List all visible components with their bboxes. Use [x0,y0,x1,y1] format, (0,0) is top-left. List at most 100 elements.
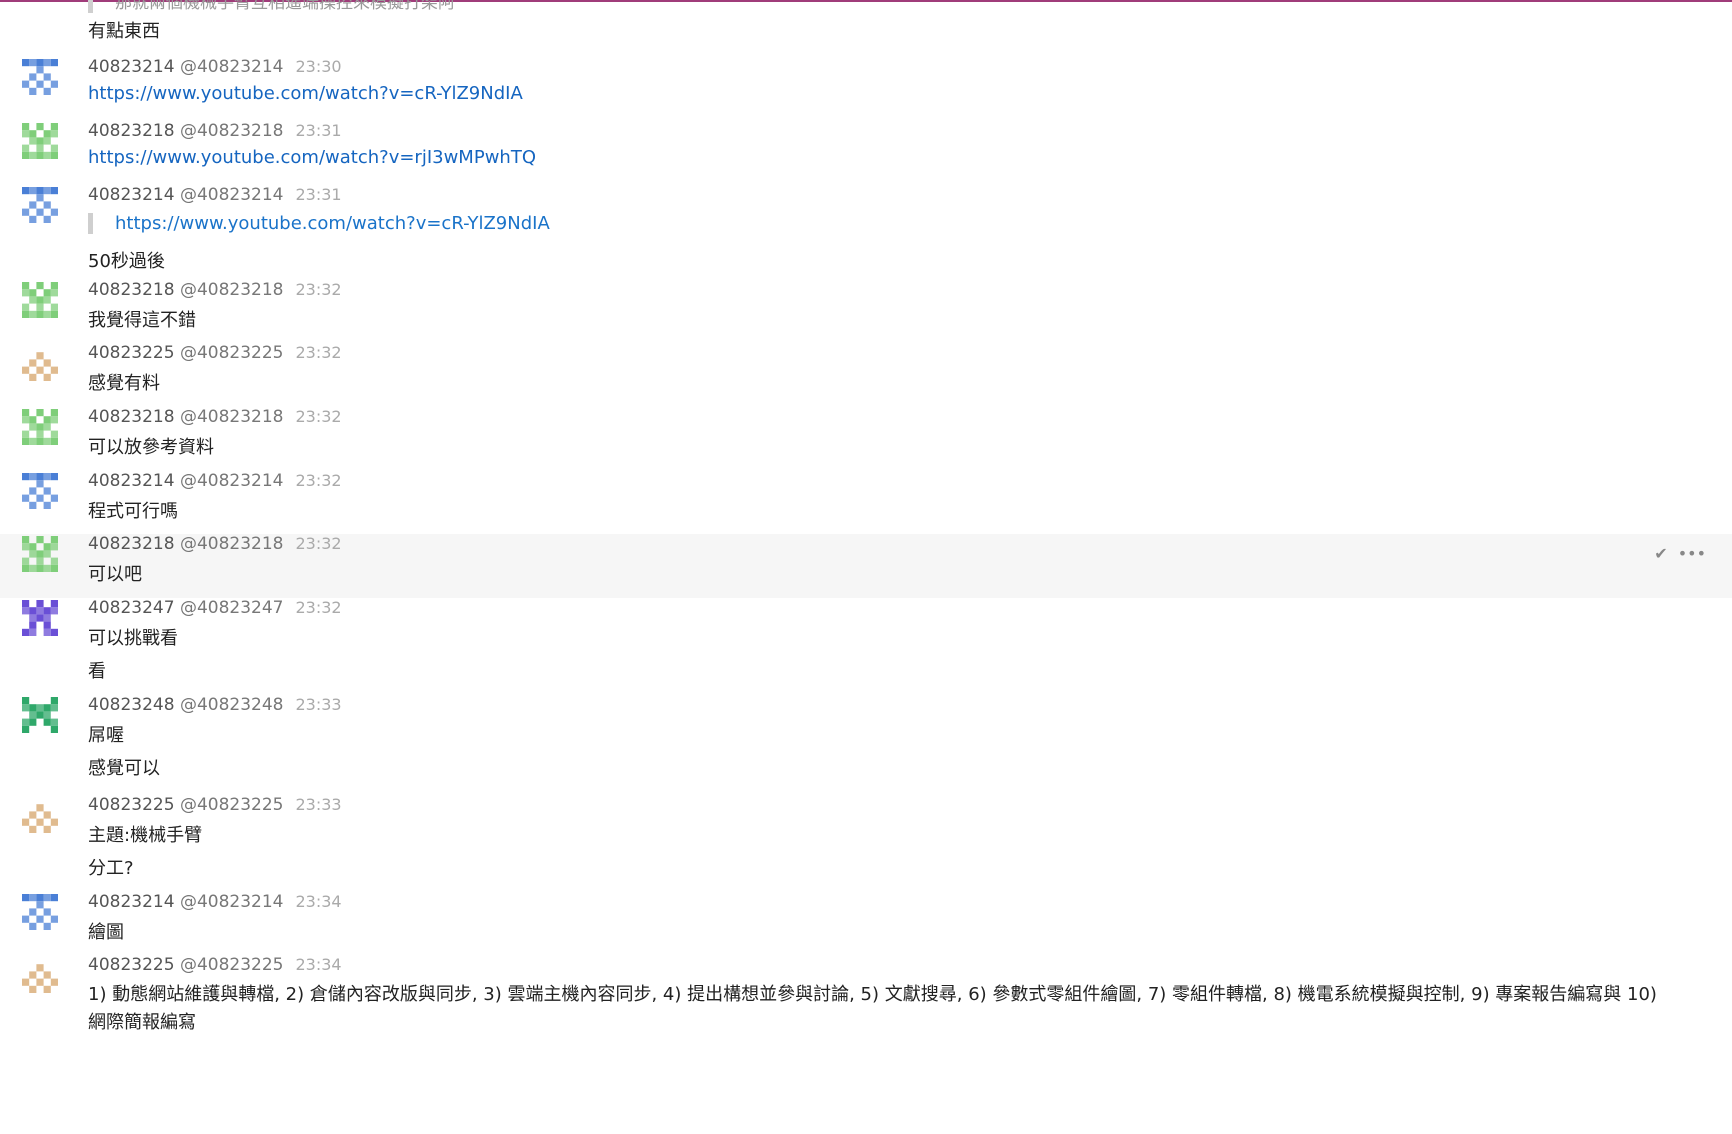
user-name[interactable]: 40823218 [88,407,175,427]
timestamp: 23:31 [295,185,342,204]
timestamp: 23:34 [295,892,342,911]
message-header: 40823218 @40823218 23:32 [88,280,342,304]
check-icon[interactable]: ✔ [1654,544,1667,563]
message-text: https://www.youtube.com/watch?v=rjI3wMPw… [88,147,536,168]
user-name[interactable]: 40823218 [88,534,175,554]
message-link[interactable]: https://www.youtube.com/watch?v=cR-YlZ9N… [88,83,523,104]
timestamp: 23:33 [295,695,342,714]
timestamp: 23:31 [295,121,342,140]
message-text: 繪圖 [88,922,124,943]
message-text: 可以吧 [88,564,142,585]
message-row[interactable]: 40823218 @40823218 23:32 可以吧 ✔ ••• [0,534,1732,598]
user-name[interactable]: 40823225 [88,343,175,363]
user-handle[interactable]: @40823248 [180,695,284,715]
avatar[interactable] [22,894,58,930]
avatar[interactable] [22,409,58,445]
message-link[interactable]: https://www.youtube.com/watch?v=rjI3wMPw… [88,147,536,168]
message-text: 1) 動態網站維護與轉檔, 2) 倉儲內容改版與同步, 3) 雲端主機內容同步,… [88,984,1657,1033]
timestamp: 23:32 [295,343,342,362]
message-text: 主題:機械手臂 [88,825,203,846]
message-row[interactable]: 40823225 @40823225 23:34 1) 動態網站維護與轉檔, 2) … [0,955,1732,1134]
avatar[interactable] [22,797,58,833]
message-text: https://www.youtube.com/watch?v=cR-YlZ9N… [88,83,523,104]
user-name[interactable]: 40823214 [88,892,175,912]
user-name[interactable]: 40823214 [88,471,175,491]
message-text: 我覺得這不錯 [88,310,196,331]
user-name[interactable]: 40823225 [88,955,175,975]
user-handle[interactable]: @40823218 [180,534,284,554]
user-name[interactable]: 40823214 [88,57,175,77]
message-row[interactable]: 40823214 @40823214 23:32 程式可行嗎 [0,471,1732,534]
user-name[interactable]: 40823218 [88,121,175,141]
timestamp: 23:33 [295,795,342,814]
message-text: 程式可行嗎 [88,501,178,522]
timestamp: 23:30 [295,57,342,76]
message-text: 感覺可以 [88,758,160,779]
message-header: 40823218 @40823218 23:32 [88,534,342,558]
user-handle[interactable]: @40823247 [180,598,284,618]
timestamp: 23:32 [295,598,342,617]
user-name[interactable]: 40823225 [88,795,175,815]
user-handle[interactable]: @40823214 [180,892,284,912]
message-text: 可以挑戰看 [88,628,178,649]
message-header: 40823225 @40823225 23:34 [88,955,342,979]
avatar[interactable] [22,345,58,381]
message-row[interactable]: 40823248 @40823248 23:33 屌喔感覺可以 [0,695,1732,795]
message-row[interactable]: 40823214 @40823214 23:30 https://www.youtu… [0,57,1732,125]
message-header: 40823248 @40823248 23:33 [88,695,342,719]
user-handle[interactable]: @40823225 [180,795,284,815]
message-text: 可以放參考資料 [88,437,214,458]
avatar[interactable] [22,600,58,636]
user-handle[interactable]: @40823214 [180,471,284,491]
message-header: 40823225 @40823225 23:32 [88,343,342,367]
user-handle[interactable]: @40823214 [180,185,284,205]
user-name[interactable]: 40823248 [88,695,175,715]
message-text: 50秒過後 [88,251,165,272]
avatar[interactable] [22,123,58,159]
user-handle[interactable]: @40823225 [180,343,284,363]
quote-block: https://www.youtube.com/watch?v=cR-YlZ9N… [88,213,550,234]
timestamp: 23:32 [295,280,342,299]
timestamp: 23:32 [295,407,342,426]
message-text: 屌喔 [88,725,124,746]
message-header: 40823214 @40823214 23:34 [88,892,342,916]
timestamp: 23:32 [295,534,342,553]
user-handle[interactable]: @40823214 [180,57,284,77]
message-header: 40823214 @40823214 23:30 [88,57,342,81]
avatar[interactable] [22,536,58,572]
chat-message-list[interactable]: 那就兩個機械手臂互相遙端操控來模擬打架阿 有點東西 40823214 @4082… [0,0,1732,1134]
avatar[interactable] [22,697,58,733]
message-row[interactable]: 40823225 @40823225 23:32 感覺有料 [0,343,1732,406]
partial-quote-text: 那就兩個機械手臂互相遙端操控來模擬打架阿 [115,0,455,13]
avatar[interactable] [22,473,58,509]
message-header: 40823214 @40823214 23:32 [88,471,342,495]
avatar[interactable] [22,59,58,95]
user-handle[interactable]: @40823218 [180,121,284,141]
user-handle[interactable]: @40823218 [180,407,284,427]
timestamp: 23:32 [295,471,342,490]
message-row[interactable]: 40823218 @40823218 23:31 https://www.youtu… [0,121,1732,189]
message-text: 感覺有料 [88,373,160,394]
message-row[interactable]: 40823225 @40823225 23:33 主題:機械手臂 分工? [0,795,1732,892]
user-name[interactable]: 40823214 [88,185,175,205]
message-row[interactable]: 40823218 @40823218 23:32 可以放參考資料 [0,407,1732,470]
avatar[interactable] [22,187,58,223]
message-row[interactable]: 40823247 @40823247 23:32 可以挑戰看看 [0,598,1732,695]
message-text: 有點東西 [88,21,160,42]
avatar[interactable] [22,957,58,993]
user-handle[interactable]: @40823225 [180,955,284,975]
message-header: 40823214 @40823214 23:31 [88,185,342,209]
partial-quote-fragment: 那就兩個機械手臂互相遙端操控來模擬打架阿 [88,0,455,13]
message-row[interactable]: 40823218 @40823218 23:32 我覺得這不錯 [0,280,1732,343]
user-name[interactable]: 40823218 [88,280,175,300]
user-name[interactable]: 40823247 [88,598,175,618]
avatar[interactable] [22,282,58,318]
message-actions: ✔ ••• [1644,544,1706,563]
quoted-link[interactable]: https://www.youtube.com/watch?v=cR-YlZ9N… [115,213,550,234]
more-options-icon[interactable]: ••• [1678,544,1706,563]
timestamp: 23:34 [295,955,342,974]
message-row[interactable]: 40823214 @40823214 23:34 繪圖 [0,892,1732,955]
message-row[interactable]: 40823214 @40823214 23:31 https://www.youtu… [0,185,1732,280]
message-text: 看 [88,661,106,682]
user-handle[interactable]: @40823218 [180,280,284,300]
